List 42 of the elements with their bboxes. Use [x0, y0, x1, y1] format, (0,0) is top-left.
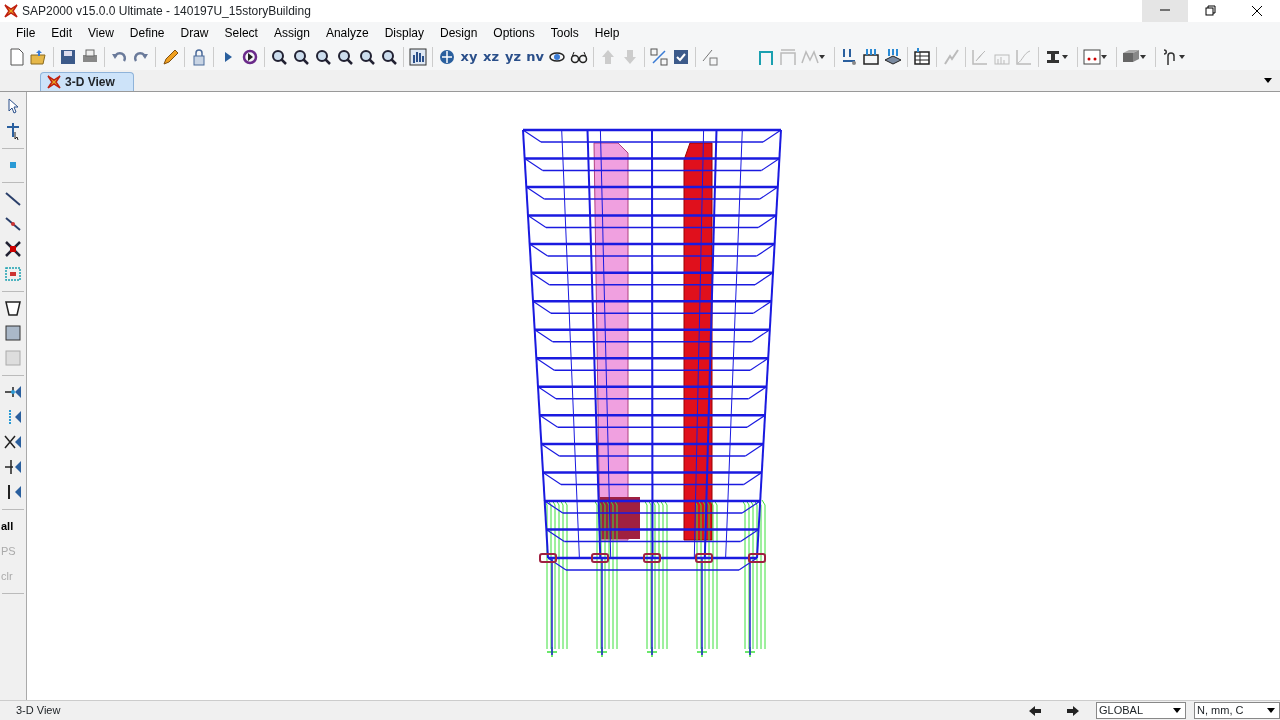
menu-item[interactable]: Display — [376, 22, 432, 44]
view-button[interactable]: nv — [524, 46, 546, 68]
restore-icon[interactable] — [1205, 5, 1217, 17]
menu-item[interactable]: Edit — [43, 22, 81, 44]
window-title: SAP2000 v15.0.0 Ultimate - 140197U_15storyBuilding — [22, 3, 311, 20]
menu-item[interactable]: File — [8, 22, 44, 44]
view-tab[interactable]: 3-D View — [40, 72, 134, 91]
right-arrow-icon[interactable] — [1066, 704, 1080, 717]
select-expand-icon[interactable] — [648, 46, 670, 68]
view-button[interactable]: yz — [502, 46, 524, 68]
menu-item[interactable]: Analyze — [317, 22, 377, 44]
table-icon[interactable] — [911, 46, 933, 68]
menu-item[interactable]: Help — [586, 22, 628, 44]
menu-item[interactable]: Options — [485, 22, 543, 44]
menu-item[interactable]: Draw — [172, 22, 217, 44]
select-button[interactable]: all — [1, 515, 25, 537]
view-button[interactable]: xz — [480, 46, 502, 68]
caret-icon[interactable] — [1062, 55, 1068, 59]
load-chart-icon[interactable] — [860, 46, 882, 68]
caret-icon[interactable] — [1179, 55, 1185, 59]
caret-icon[interactable] — [1140, 55, 1146, 59]
section-icon[interactable] — [1081, 46, 1103, 68]
caret-icon[interactable] — [1267, 708, 1275, 713]
app-logo-icon — [47, 75, 61, 89]
close-icon[interactable] — [1251, 5, 1263, 17]
units-dropdown[interactable]: N, mm, C — [1194, 702, 1280, 719]
view-button[interactable]: xy — [458, 46, 480, 68]
area-icon[interactable] — [2, 322, 24, 344]
menu-item[interactable]: Define — [121, 22, 173, 44]
left-arrow-icon[interactable] — [1028, 704, 1042, 717]
menu-item[interactable]: View — [80, 22, 122, 44]
caret-icon[interactable] — [1173, 708, 1181, 713]
status-text: 3-D View — [16, 703, 61, 719]
menu-item[interactable]: Design — [432, 22, 486, 44]
menu-item[interactable]: Tools — [542, 22, 587, 44]
menu-item[interactable]: Assign — [265, 22, 318, 44]
coordinate-system-dropdown[interactable]: GLOBAL — [1096, 702, 1186, 719]
caret-icon[interactable] — [819, 55, 825, 59]
caret-icon[interactable] — [1101, 55, 1107, 59]
tab-label: 3-D View — [65, 74, 115, 91]
app-logo-icon — [4, 4, 18, 18]
menu-item[interactable]: Select — [216, 22, 266, 44]
